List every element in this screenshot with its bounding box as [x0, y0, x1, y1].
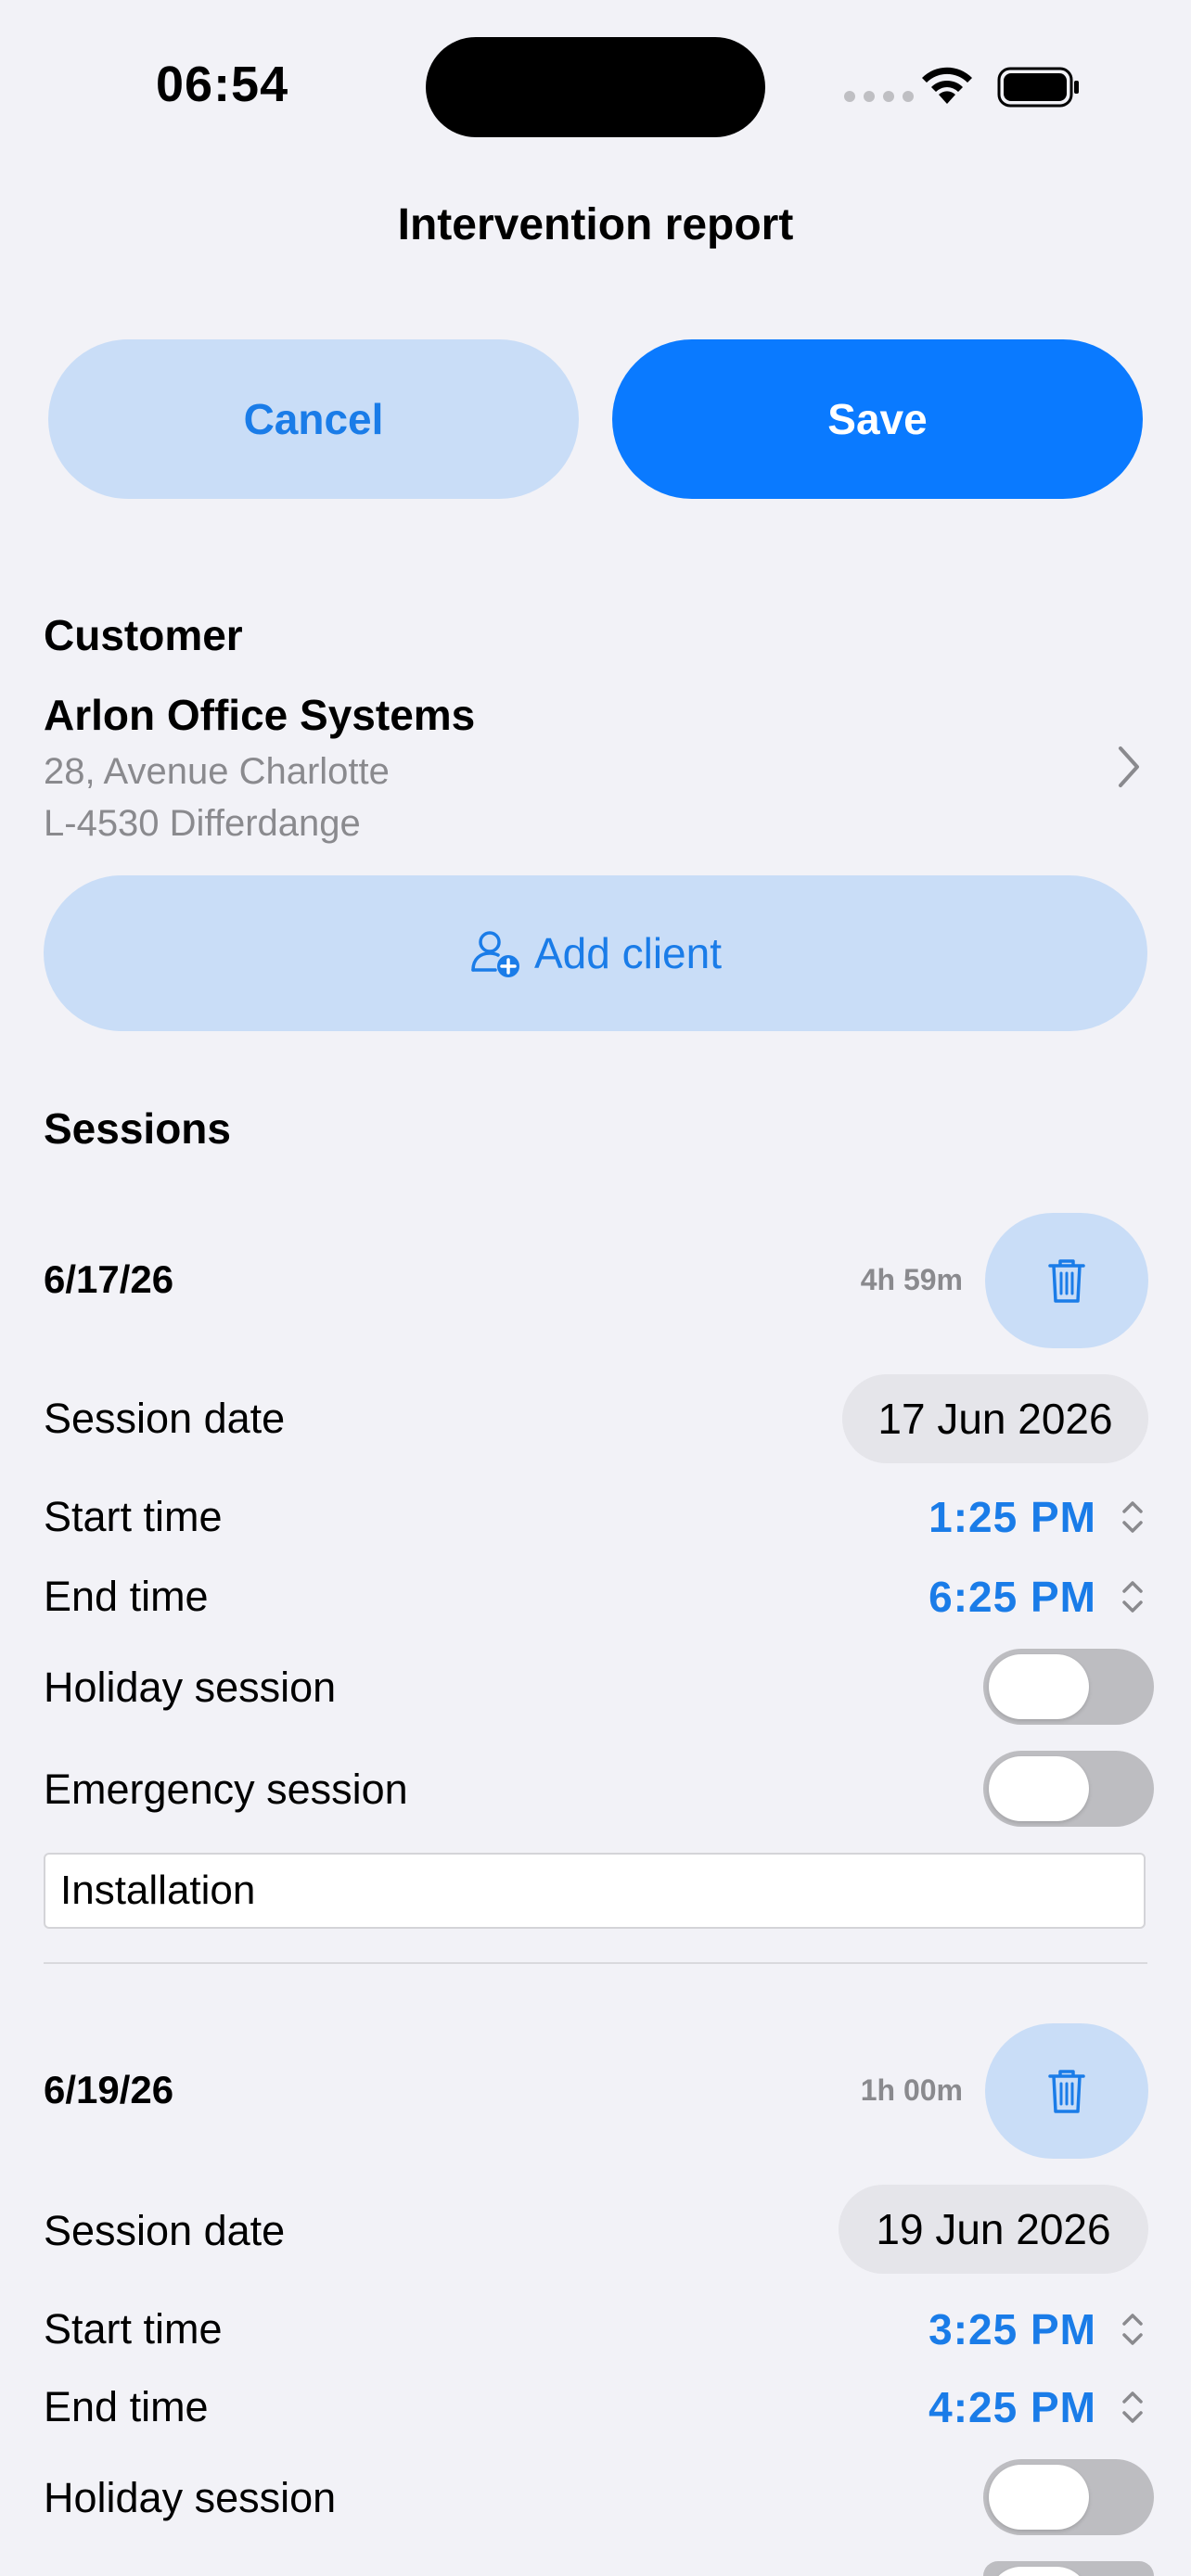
holiday-session-toggle[interactable] [983, 1649, 1154, 1725]
end-time-label: End time [44, 1573, 209, 1620]
session-date-heading: 6/17/26 [44, 1257, 174, 1301]
customer-address-line1: 28, Avenue Charlotte [44, 751, 390, 792]
dynamic-island [426, 37, 765, 137]
customer-address-line2: L-4530 Differdange [44, 803, 361, 844]
delete-session-button[interactable] [985, 1213, 1148, 1348]
delete-session-button[interactable] [985, 2023, 1148, 2159]
holiday-session-toggle[interactable] [983, 2459, 1154, 2535]
up-down-chevron-icon [1122, 2314, 1143, 2345]
trash-icon [1048, 2070, 1085, 2113]
up-down-chevron-icon [1122, 1501, 1143, 1533]
session-duration: 1h 00m [860, 2073, 963, 2107]
emergency-session-toggle[interactable] [983, 1751, 1154, 1827]
person-plus-icon [471, 931, 519, 977]
status-time: 06:54 [156, 57, 289, 112]
sessions-section-title: Sessions [44, 1104, 231, 1153]
emergency-session-toggle[interactable] [983, 2561, 1154, 2576]
customer-section-title: Customer [44, 611, 243, 659]
cellular-signal-icon [844, 91, 914, 102]
holiday-session-label: Holiday session [44, 1664, 337, 1711]
up-down-chevron-icon [1122, 1581, 1143, 1613]
customer-name: Arlon Office Systems [44, 691, 476, 739]
session-date-picker[interactable]: 19 Jun 2026 [839, 2185, 1148, 2274]
session-description-input[interactable]: Installation [44, 1853, 1146, 1929]
session-date-picker[interactable]: 17 Jun 2026 [842, 1374, 1148, 1463]
cancel-button[interactable]: Cancel [48, 339, 579, 499]
end-time-label: End time [44, 2383, 209, 2430]
session-date-heading: 6/19/26 [44, 2068, 174, 2111]
wifi-icon [922, 67, 972, 104]
start-time-picker[interactable]: 1:25 PM [818, 1492, 1096, 1542]
session-duration: 4h 59m [860, 1263, 963, 1296]
session-date-label: Session date [44, 2207, 286, 2254]
up-down-chevron-icon [1122, 2391, 1143, 2423]
save-button[interactable]: Save [612, 339, 1143, 499]
holiday-session-label: Holiday session [44, 2474, 337, 2521]
start-time-label: Start time [44, 2305, 223, 2353]
add-client-label: Add client [533, 929, 722, 977]
session-divider [44, 1962, 1147, 1964]
start-time-picker[interactable]: 3:25 PM [818, 2304, 1096, 2354]
emergency-session-label: Emergency session [44, 1766, 408, 1813]
trash-icon [1048, 1259, 1085, 1303]
chevron-right-icon [1119, 746, 1139, 787]
end-time-picker[interactable]: 6:25 PM [818, 1572, 1096, 1622]
battery-icon [997, 67, 1079, 108]
start-time-label: Start time [44, 1493, 223, 1540]
session-date-label: Session date [44, 1395, 286, 1442]
end-time-picker[interactable]: 4:25 PM [818, 2382, 1096, 2432]
page-title: Intervention report [397, 200, 794, 249]
add-client-button[interactable]: Add client [44, 875, 1147, 1031]
